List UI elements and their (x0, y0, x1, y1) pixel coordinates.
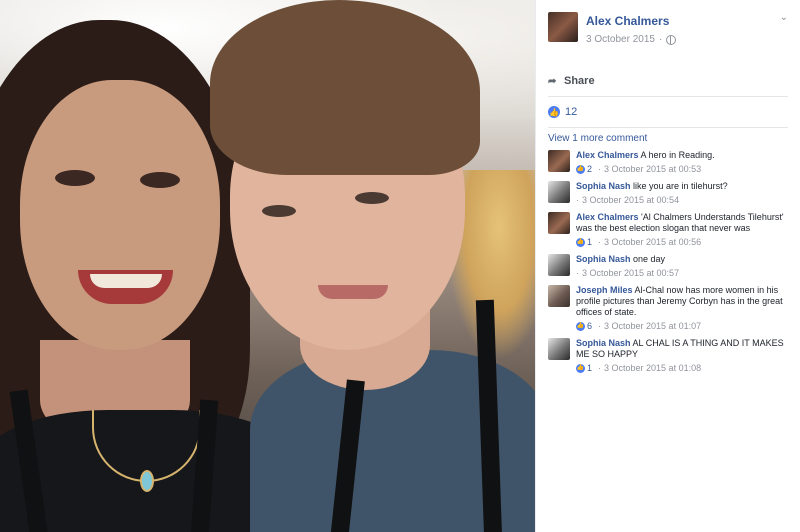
like-icon: 👍 (576, 238, 585, 247)
comment-timestamp[interactable]: 3 October 2015 at 00:54 (582, 195, 679, 206)
photo-viewer: Alex Chalmers 3 October 2015 · ⌄ ➦ Share… (0, 0, 800, 532)
post-meta: 3 October 2015 · (586, 34, 677, 45)
comment-list: Alex Chalmers A hero in Reading. 👍 2 · 3… (548, 150, 788, 374)
comment-text: A hero in Reading. (640, 150, 715, 160)
view-more-comments-link[interactable]: View 1 more comment (548, 133, 788, 144)
share-icon: ➦ (548, 76, 557, 87)
post-header: Alex Chalmers 3 October 2015 · ⌄ (548, 0, 788, 62)
like-icon: 👍 (576, 322, 585, 331)
commenter-name[interactable]: Sophia Nash (576, 254, 631, 264)
woman-teeth (90, 274, 162, 288)
woman-eye-right (140, 172, 180, 188)
photo[interactable] (0, 0, 535, 532)
comment-like-count[interactable]: 👍 1 (576, 363, 592, 374)
woman-face (20, 80, 220, 350)
comment: Sophia Nash like you are in tilehurst? ·… (548, 181, 788, 206)
author-name[interactable]: Alex Chalmers (586, 14, 676, 28)
likes-count[interactable]: 12 (565, 106, 577, 118)
separator: · (598, 321, 602, 331)
like-icon: 👍 (576, 165, 585, 174)
share-button[interactable]: ➦ Share (548, 75, 595, 87)
commenter-name[interactable]: Sophia Nash (576, 338, 631, 348)
separator: · (598, 363, 602, 373)
commenter-avatar[interactable] (548, 254, 570, 276)
woman-eye-left (55, 170, 95, 186)
comment-text: like you are in tilehurst? (633, 181, 728, 191)
comment-timestamp[interactable]: 3 October 2015 at 01:08 (604, 363, 701, 374)
comment-like-count[interactable]: 👍 2 (576, 164, 592, 175)
comment-timestamp[interactable]: 3 October 2015 at 00:57 (582, 268, 679, 279)
comment: Sophia Nash one day · 3 October 2015 at … (548, 254, 788, 279)
like-icon: 👍 (576, 364, 585, 373)
like-icon: 👍 (548, 106, 560, 118)
comment-meta: 👍 2 · 3 October 2015 at 00:53 (576, 164, 715, 175)
commenter-avatar[interactable] (548, 338, 570, 360)
comment-likes: 1 (587, 363, 593, 373)
comment: Sophia Nash AL CHAL IS A THING AND IT MA… (548, 338, 788, 374)
separator: · (576, 195, 579, 205)
commenter-name[interactable]: Alex Chalmers (576, 212, 639, 222)
comment: Joseph Miles Al-Chal now has more women … (548, 285, 788, 332)
separator: · (576, 268, 579, 278)
commenter-name[interactable]: Alex Chalmers (576, 150, 639, 160)
comment-meta: · 3 October 2015 at 00:57 (576, 268, 679, 279)
pendant (140, 470, 154, 492)
man-eye-left (262, 205, 296, 217)
comment-timestamp[interactable]: 3 October 2015 at 00:56 (604, 237, 701, 248)
man-mouth (318, 285, 388, 299)
likes-summary[interactable]: 👍 12 (548, 97, 788, 128)
author-avatar[interactable] (548, 12, 578, 42)
comment-timestamp[interactable]: 3 October 2015 at 00:53 (604, 164, 701, 175)
comment: Alex Chalmers A hero in Reading. 👍 2 · 3… (548, 150, 788, 175)
comment-likes: 2 (587, 164, 593, 174)
comment-like-count[interactable]: 👍 6 (576, 321, 592, 332)
commenter-avatar[interactable] (548, 285, 570, 307)
post-actions: ➦ Share (548, 66, 788, 97)
meta-separator: · (658, 34, 663, 45)
commenter-avatar[interactable] (548, 150, 570, 172)
comment-like-count[interactable]: 👍 1 (576, 237, 592, 248)
separator: · (598, 237, 602, 247)
post-details-panel: Alex Chalmers 3 October 2015 · ⌄ ➦ Share… (535, 0, 800, 532)
separator: · (598, 164, 602, 174)
comment-meta: · 3 October 2015 at 00:54 (576, 195, 728, 206)
globe-icon[interactable] (666, 34, 677, 45)
commenter-avatar[interactable] (548, 212, 570, 234)
chevron-down-icon[interactable]: ⌄ (780, 12, 788, 23)
commenter-name[interactable]: Sophia Nash (576, 181, 631, 191)
comment-likes: 1 (587, 237, 593, 247)
comment-meta: 👍 6 · 3 October 2015 at 01:07 (576, 321, 788, 332)
comment-timestamp[interactable]: 3 October 2015 at 01:07 (604, 321, 701, 332)
post-date[interactable]: 3 October 2015 (586, 34, 655, 45)
comment-meta: 👍 1 · 3 October 2015 at 00:56 (576, 237, 788, 248)
commenter-name[interactable]: Joseph Miles (576, 285, 633, 295)
comment-text: one day (633, 254, 666, 264)
comment-meta: 👍 1 · 3 October 2015 at 01:08 (576, 363, 788, 374)
comment-likes: 6 (587, 321, 593, 331)
comment: Alex Chalmers 'Al Chalmers Understands T… (548, 212, 788, 248)
commenter-avatar[interactable] (548, 181, 570, 203)
share-label: Share (564, 75, 595, 87)
man-eye-right (355, 192, 389, 204)
